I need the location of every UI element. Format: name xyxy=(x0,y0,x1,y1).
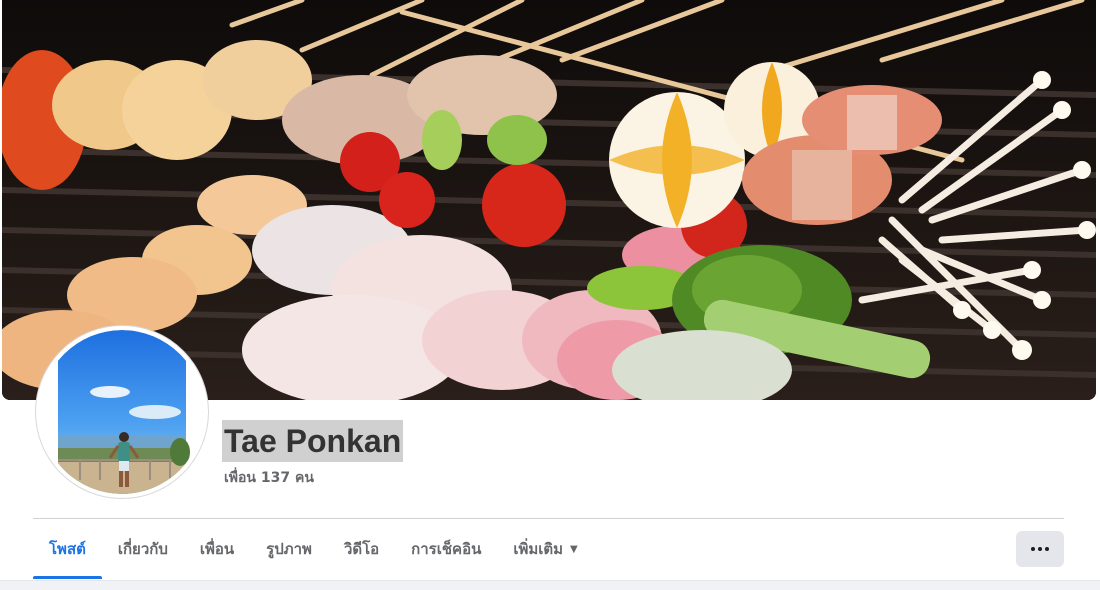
caret-down-icon: ▼ xyxy=(570,543,578,555)
profile-avatar[interactable] xyxy=(36,326,208,498)
tab-friends-label: เพื่อน xyxy=(199,540,235,558)
profile-page: Tae Ponkan เพื่อน 137 คน โพสต์ เกี่ยวกับ… xyxy=(0,0,1100,590)
tab-posts-label: โพสต์ xyxy=(49,540,86,558)
tab-check-ins[interactable]: การเช็คอิน xyxy=(395,519,497,579)
content-background xyxy=(0,580,1100,590)
tab-photos[interactable]: รูปภาพ xyxy=(250,519,328,579)
friend-count[interactable]: เพื่อน 137 คน xyxy=(224,467,314,489)
profile-avatar-image xyxy=(40,330,204,494)
tab-more[interactable]: เพิ่มเติม ▼ xyxy=(497,519,593,579)
profile-name: Tae Ponkan xyxy=(222,420,404,462)
tab-friends[interactable]: เพื่อน xyxy=(184,519,250,579)
tab-videos[interactable]: วิดีโอ xyxy=(328,519,395,579)
tab-more-label: เพิ่มเติม xyxy=(513,540,564,558)
tab-videos-label: วิดีโอ xyxy=(343,540,380,558)
more-options-button[interactable] xyxy=(1016,531,1064,567)
tab-photos-label: รูปภาพ xyxy=(266,540,312,558)
profile-tabs: โพสต์ เกี่ยวกับ เพื่อน รูปภาพ วิดีโอ การ… xyxy=(33,519,594,579)
tab-check-ins-label: การเช็คอิน xyxy=(411,540,482,558)
tab-about[interactable]: เกี่ยวกับ xyxy=(102,519,184,579)
tab-posts[interactable]: โพสต์ xyxy=(33,519,102,579)
tab-about-label: เกี่ยวกับ xyxy=(117,540,168,558)
more-options-icon xyxy=(1031,547,1049,551)
